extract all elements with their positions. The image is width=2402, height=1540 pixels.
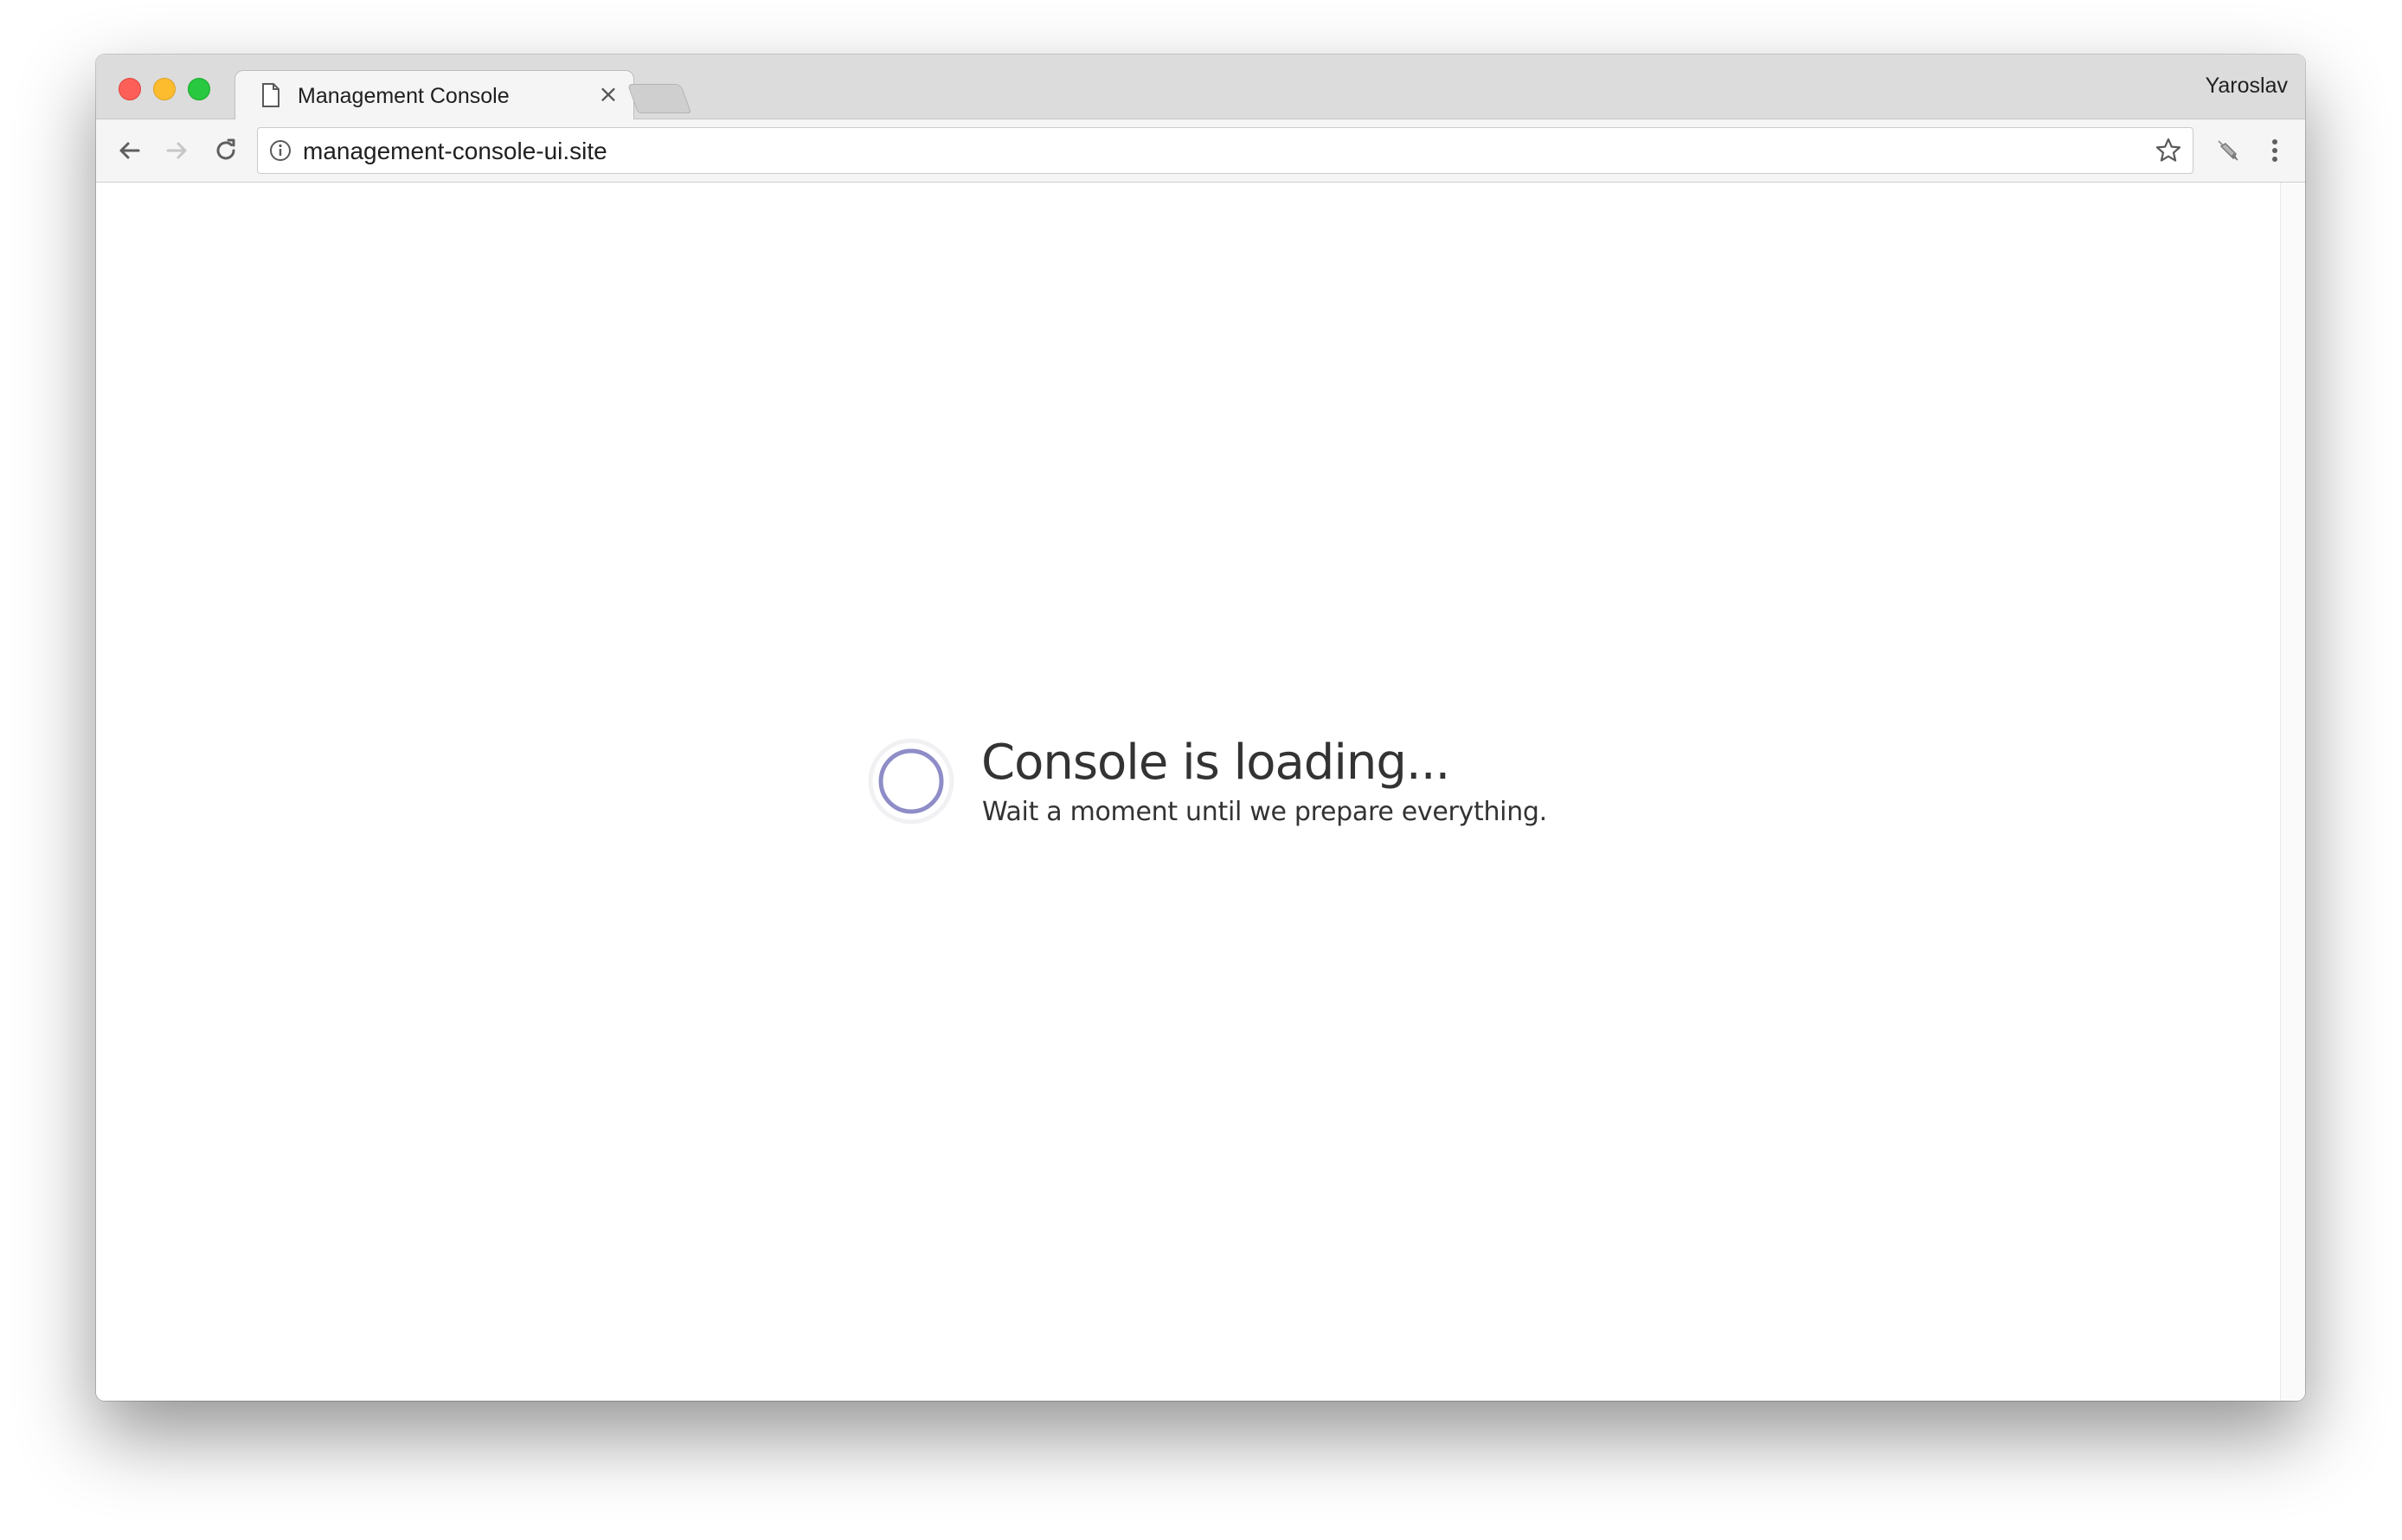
- spinner-icon: [868, 738, 954, 825]
- arrow-left-icon: [119, 142, 140, 159]
- extension-icon: [2218, 140, 2238, 161]
- reload-button[interactable]: [209, 133, 243, 168]
- tab-management-console[interactable]: Management Console ×: [234, 70, 634, 121]
- window-minimize-button[interactable]: [153, 78, 176, 100]
- tab-title: Management Console: [298, 84, 510, 108]
- document-icon: [261, 83, 280, 111]
- browser-menu-button[interactable]: [2257, 133, 2292, 168]
- url-text[interactable]: management-console-ui.site: [303, 138, 607, 165]
- page-content: Console is loading... Wait a moment unti…: [96, 183, 2305, 1401]
- arrow-right-icon: [166, 142, 187, 159]
- tab-strip: Management Console × Yaroslav: [96, 55, 2305, 121]
- reload-icon: [216, 138, 235, 160]
- window-maximize-button[interactable]: [188, 78, 210, 100]
- star-icon[interactable]: [2155, 137, 2182, 168]
- window-close-button[interactable]: [119, 78, 141, 100]
- extension-button[interactable]: [2211, 133, 2245, 168]
- kebab-menu-icon: [2272, 139, 2277, 162]
- back-button[interactable]: [112, 133, 146, 168]
- loading-indicator: Console is loading... Wait a moment unti…: [866, 735, 1662, 840]
- loading-title: Console is loading...: [981, 735, 1450, 791]
- loading-subtitle: Wait a moment until we prepare everythin…: [982, 797, 1547, 827]
- browser-window: Management Console × Yaroslav management…: [96, 55, 2305, 1401]
- info-icon[interactable]: [268, 138, 292, 166]
- address-bar[interactable]: management-console-ui.site: [257, 127, 2193, 174]
- new-tab-button[interactable]: [626, 84, 692, 113]
- forward-button[interactable]: [160, 133, 195, 168]
- browser-toolbar: management-console-ui.site: [96, 119, 2305, 183]
- page-scrollbar[interactable]: [2280, 183, 2305, 1401]
- tab-close-icon[interactable]: ×: [595, 81, 621, 107]
- profile-name[interactable]: Yaroslav: [2206, 74, 2288, 99]
